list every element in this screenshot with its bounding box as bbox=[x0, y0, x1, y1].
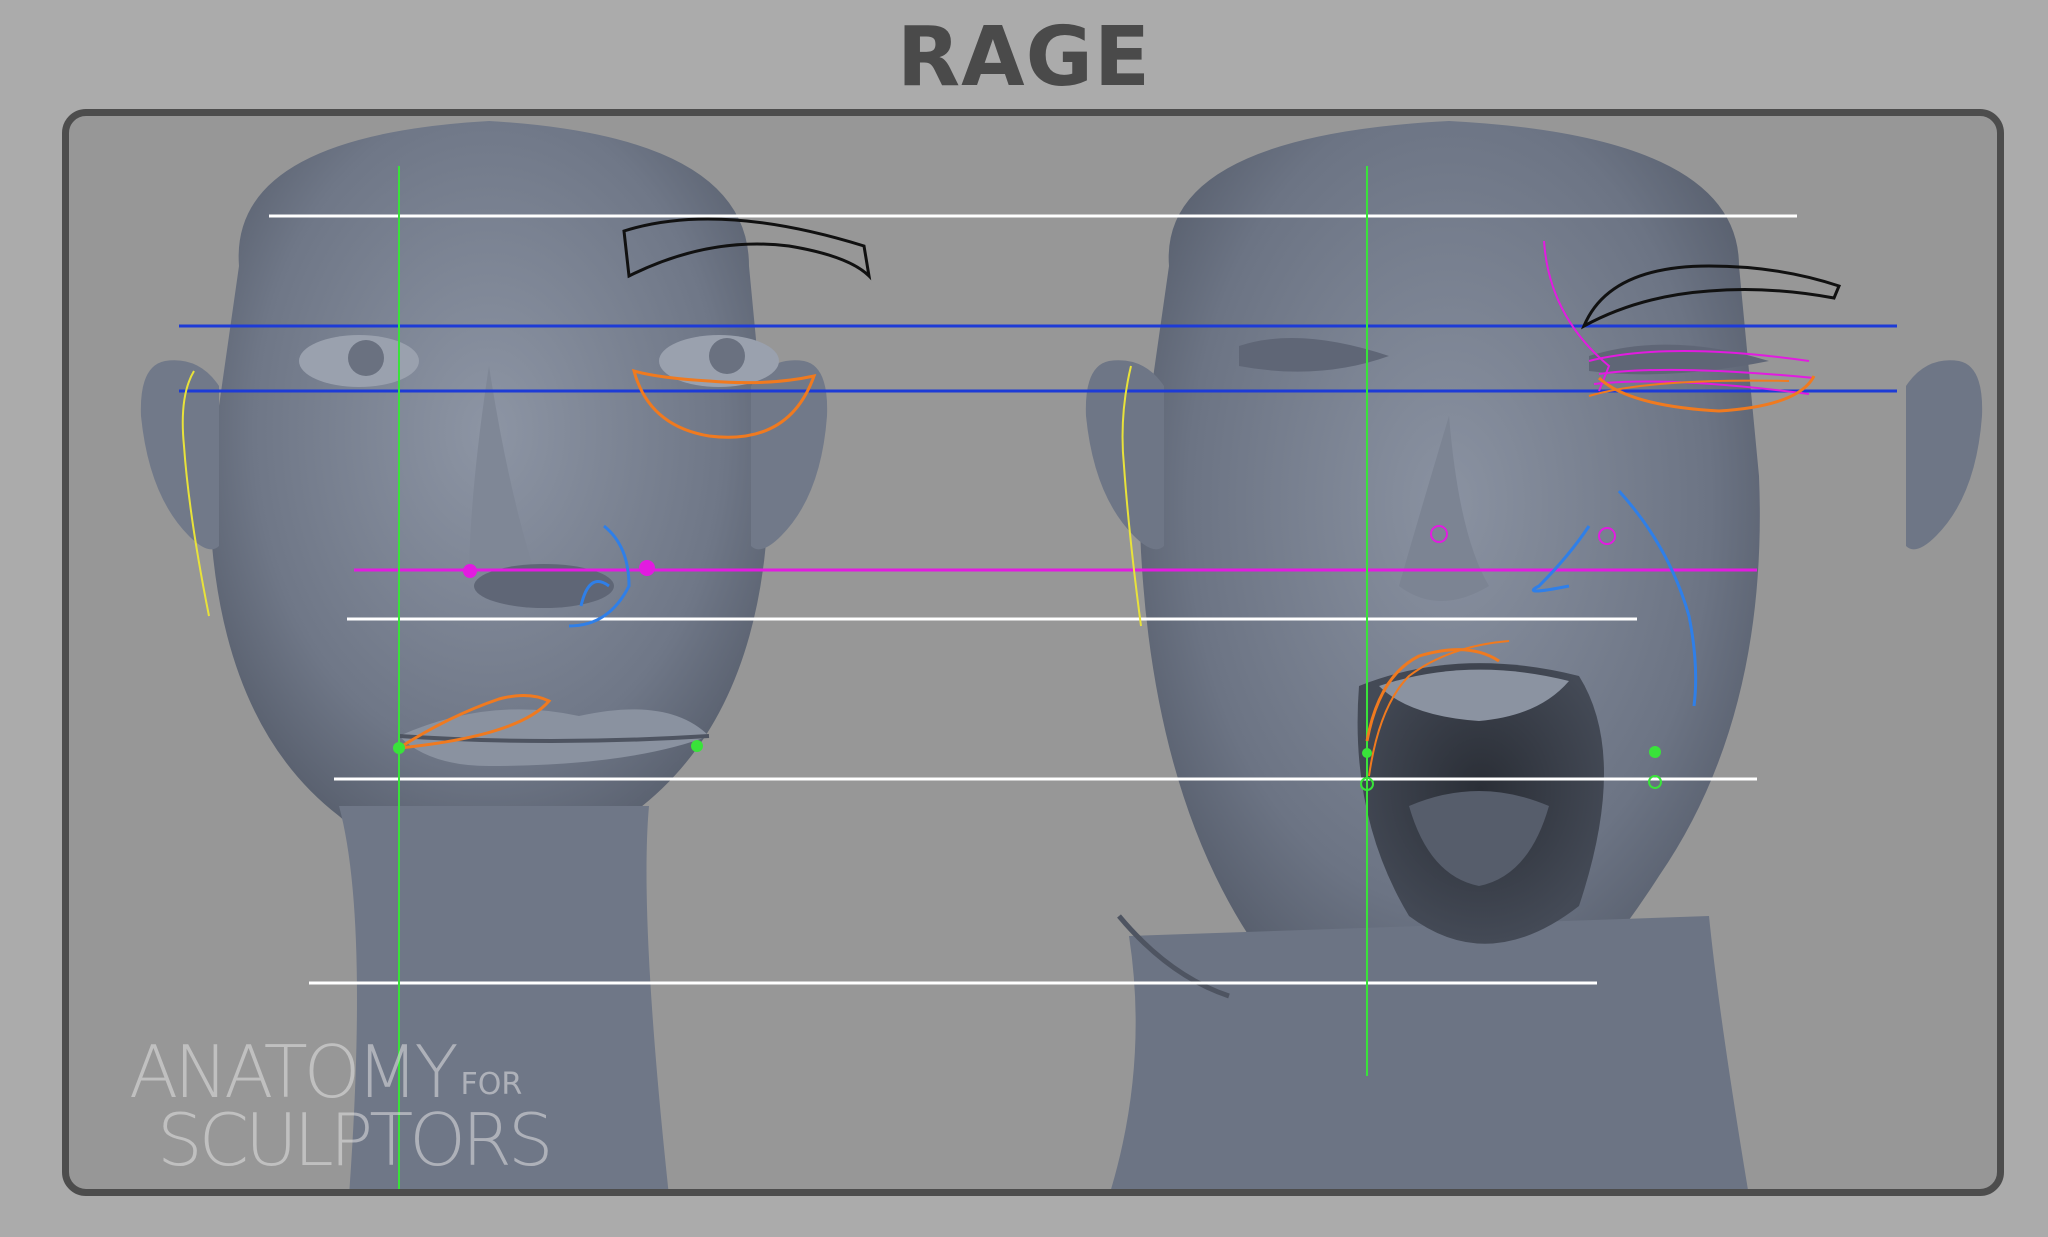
brand-watermark: ANATOMY FOR SCULPTORS bbox=[129, 1036, 554, 1182]
neutral-face bbox=[140, 121, 828, 1189]
page-title: RAGE bbox=[897, 10, 1151, 105]
watermark-suffix: FOR bbox=[460, 1067, 523, 1102]
comparison-panel: ANATOMY FOR SCULPTORS bbox=[62, 109, 2004, 1196]
watermark-line-2: SCULPTORS bbox=[157, 1098, 554, 1182]
rage-face bbox=[1085, 121, 1983, 1189]
face-comparison-illustration bbox=[140, 121, 1983, 1189]
